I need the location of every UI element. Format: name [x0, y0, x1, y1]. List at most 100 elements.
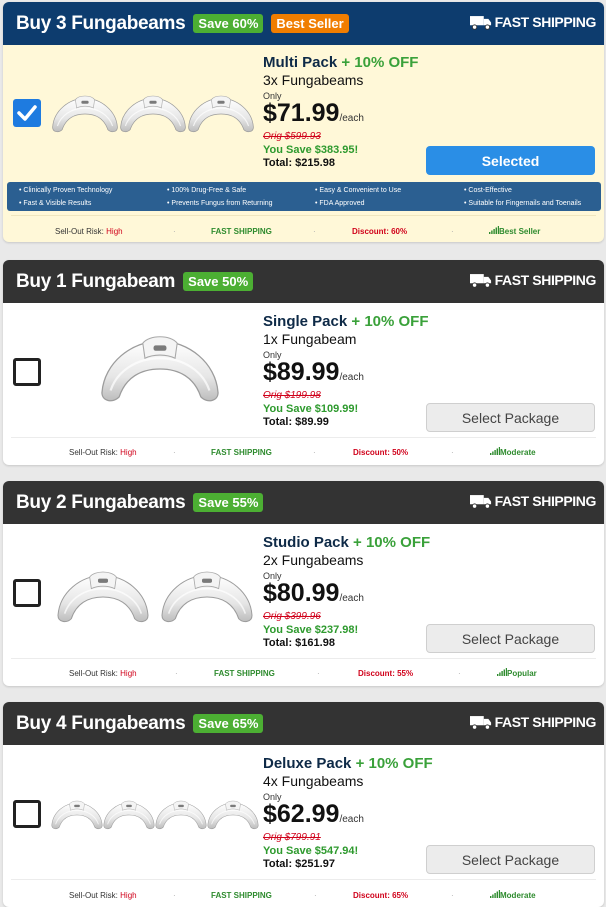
- package-info: Studio Pack + 10% OFF 2x Fungabeams Only…: [263, 534, 430, 649]
- feature-item: Fast & Visible Results: [19, 198, 167, 211]
- pack-quantity: 4x Fungabeams: [263, 773, 364, 789]
- sellout-risk: Sell-Out Risk: High: [55, 226, 123, 236]
- fast-shipping-text: FAST SHIPPING: [494, 14, 597, 30]
- card-footer: Sell-Out Risk: High · FAST SHIPPING · Di…: [69, 447, 536, 457]
- you-save: You Save $383.95!: [263, 144, 359, 156]
- card-footer: Sell-Out Risk: High · FAST SHIPPING · Di…: [69, 668, 537, 678]
- package-card-single[interactable]: Buy 1 Fungabeam Save 50% FAST SHIPPING S…: [3, 260, 604, 465]
- package-checkbox[interactable]: [13, 579, 41, 607]
- price-per-unit: $71.99/each: [263, 99, 364, 127]
- fast-shipping-label: FAST SHIPPING: [470, 714, 596, 730]
- card-footer: Sell-Out Risk: High · FAST SHIPPING · Di…: [69, 890, 536, 900]
- card-title: Buy 2 Fungabeams: [16, 491, 186, 513]
- fast-shipping-text: FAST SHIPPING: [494, 272, 597, 288]
- feature-item: Cost-Effective: [464, 185, 604, 198]
- signal-bars-icon: [489, 226, 499, 234]
- sellout-risk: Sell-Out Risk: High: [69, 668, 137, 678]
- you-save: You Save $237.98!: [263, 624, 359, 636]
- pack-quantity: 2x Fungabeams: [263, 552, 364, 568]
- save-badge: Save 50%: [183, 272, 254, 291]
- price-per-unit: $89.99/each: [263, 358, 364, 386]
- fast-shipping-label: FAST SHIPPING: [470, 272, 596, 288]
- total-price: Total: $161.98: [263, 637, 335, 649]
- select-package-button[interactable]: Select Package: [426, 624, 595, 653]
- signal-bars-icon: [497, 668, 507, 676]
- footer-popularity: Moderate: [490, 890, 536, 900]
- footer-shipping: FAST SHIPPING: [214, 668, 275, 678]
- fast-shipping-label: FAST SHIPPING: [470, 14, 596, 30]
- save-badge: Save 55%: [193, 493, 264, 512]
- signal-bars-icon: [490, 447, 500, 455]
- checkmark-icon: [17, 105, 37, 121]
- card-title: Buy 1 Fungabeam: [16, 270, 176, 292]
- package-card-multi[interactable]: Buy 3 Fungabeams Save 60% Best Seller FA…: [3, 2, 604, 242]
- save-badge: Save 60%: [193, 14, 264, 33]
- package-checkbox[interactable]: [13, 99, 41, 127]
- truck-icon: [470, 15, 492, 30]
- feature-item: Clinically Proven Technology: [19, 185, 167, 198]
- product-image: [95, 326, 225, 417]
- footer-discount: Discount: 65%: [353, 890, 409, 900]
- card-header: Buy 1 Fungabeam Save 50% FAST SHIPPING: [3, 260, 604, 303]
- feature-item: Easy & Convenient to Use: [315, 185, 464, 198]
- sellout-risk: Sell-Out Risk: High: [69, 447, 137, 457]
- pack-quantity: 1x Fungabeam: [263, 331, 357, 347]
- original-price: Orig $199.98: [263, 390, 321, 401]
- pack-name: Studio Pack + 10% OFF: [263, 534, 431, 551]
- price-per-unit: $62.99/each: [263, 800, 364, 828]
- pack-quantity: 3x Fungabeams: [263, 72, 364, 88]
- select-package-button[interactable]: Select Package: [426, 403, 595, 432]
- original-price: Orig $799.91: [263, 832, 321, 843]
- footer-popularity: Best Seller: [489, 226, 540, 236]
- you-save: You Save $109.99!: [263, 403, 359, 415]
- product-image: [49, 88, 259, 149]
- package-card-deluxe[interactable]: Buy 4 Fungabeams Save 65% FAST SHIPPING …: [3, 702, 604, 907]
- footer-discount: Discount: 60%: [352, 226, 408, 236]
- footer-shipping: FAST SHIPPING: [211, 226, 272, 236]
- save-badge: Save 65%: [193, 714, 264, 733]
- package-info: Multi Pack + 10% OFF 3x Fungabeams Only …: [263, 54, 418, 169]
- selected-button[interactable]: Selected: [426, 146, 595, 175]
- fast-shipping-label: FAST SHIPPING: [470, 493, 596, 509]
- footer-shipping: FAST SHIPPING: [211, 890, 272, 900]
- card-header: Buy 4 Fungabeams Save 65% FAST SHIPPING: [3, 702, 604, 745]
- package-info: Deluxe Pack + 10% OFF 4x Fungabeams Only…: [263, 755, 433, 870]
- truck-icon: [470, 715, 492, 730]
- card-footer: Sell-Out Risk: High · FAST SHIPPING · Di…: [55, 226, 541, 236]
- package-card-studio[interactable]: Buy 2 Fungabeams Save 55% FAST SHIPPING …: [3, 481, 604, 686]
- total-price: Total: $251.97: [263, 858, 335, 870]
- you-save: You Save $547.94!: [263, 845, 359, 857]
- select-package-button[interactable]: Select Package: [426, 845, 595, 874]
- footer-discount: Discount: 50%: [353, 447, 409, 457]
- fast-shipping-text: FAST SHIPPING: [494, 493, 597, 509]
- truck-icon: [470, 494, 492, 509]
- price-per-unit: $80.99/each: [263, 579, 364, 607]
- package-checkbox[interactable]: [13, 358, 41, 386]
- footer-popularity: Moderate: [490, 447, 536, 457]
- footer-popularity: Popular: [497, 668, 537, 678]
- card-header: Buy 2 Fungabeams Save 55% FAST SHIPPING: [3, 481, 604, 524]
- pack-name: Multi Pack + 10% OFF: [263, 54, 419, 71]
- product-image: [53, 563, 253, 638]
- total-price: Total: $215.98: [263, 157, 335, 169]
- feature-item: Suitable for Fingernails and Toenails: [464, 198, 604, 211]
- feature-item: Prevents Fungus from Returning: [167, 198, 315, 211]
- footer-discount: Discount: 55%: [358, 668, 414, 678]
- total-price: Total: $89.99: [263, 416, 329, 428]
- card-title: Buy 3 Fungabeams: [16, 12, 186, 34]
- best-seller-badge: Best Seller: [271, 14, 349, 33]
- pack-name: Deluxe Pack + 10% OFF: [263, 755, 433, 772]
- card-title: Buy 4 Fungabeams: [16, 712, 186, 734]
- features-bar: Clinically Proven Technology 100% Drug-F…: [7, 182, 601, 211]
- package-checkbox[interactable]: [13, 800, 41, 828]
- original-price: Orig $599.93: [263, 131, 321, 142]
- sellout-risk: Sell-Out Risk: High: [69, 890, 137, 900]
- signal-bars-icon: [490, 890, 500, 898]
- truck-icon: [470, 273, 492, 288]
- card-header: Buy 3 Fungabeams Save 60% Best Seller FA…: [3, 2, 604, 45]
- footer-shipping: FAST SHIPPING: [211, 447, 272, 457]
- package-info: Single Pack + 10% OFF 1x Fungabeam Only …: [263, 313, 429, 428]
- original-price: Orig $399.96: [263, 611, 321, 622]
- product-image: [49, 795, 261, 846]
- feature-item: 100% Drug-Free & Safe: [167, 185, 315, 198]
